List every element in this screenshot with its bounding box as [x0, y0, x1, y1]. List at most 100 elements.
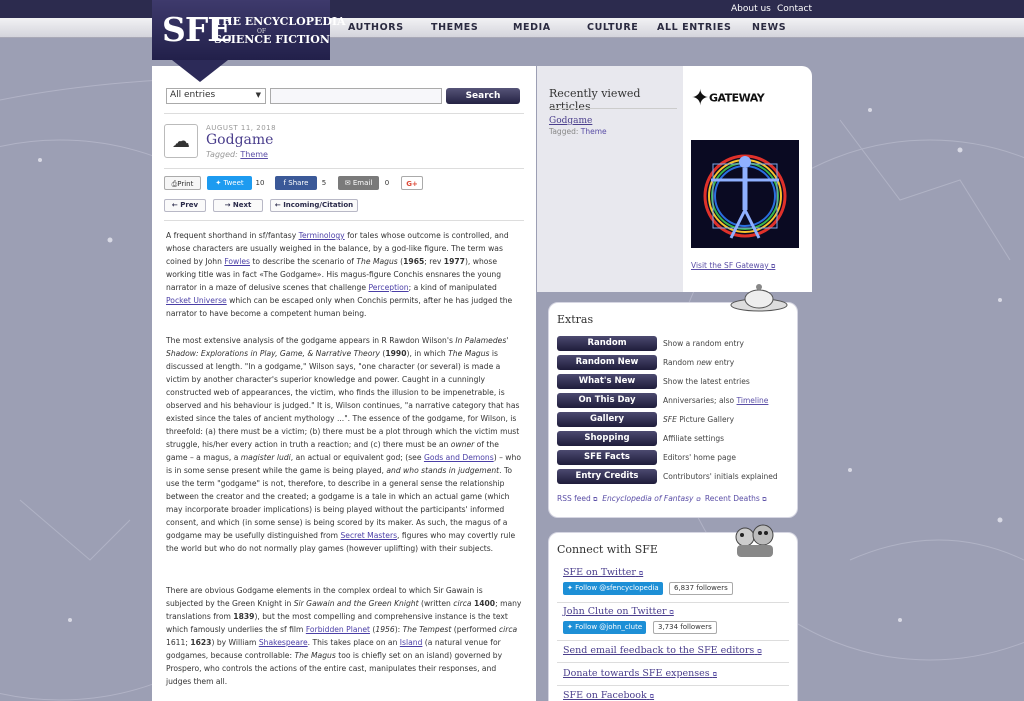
search-input[interactable]	[270, 88, 442, 104]
about-link[interactable]: About us	[731, 4, 771, 14]
page-title: Godgame	[206, 132, 274, 148]
sfe-facts-desc: Editors' home page	[663, 453, 736, 462]
on-this-day-button[interactable]: On This Day	[557, 393, 657, 408]
tweet-button[interactable]: ✦ Tweet	[207, 176, 252, 190]
extras-links: RSS feed ⧉ Encyclopedia of Fantasy ⧉ Rec…	[557, 494, 767, 504]
email-feedback-link[interactable]: Send email feedback to the SFE editors ⧉	[563, 645, 762, 656]
nav-themes[interactable]: THEMES	[431, 22, 478, 33]
extras-heading: Extras	[557, 313, 594, 326]
sf-gateway-link[interactable]: Visit the SF Gateway ⧉	[691, 261, 775, 271]
link-pocket-universe[interactable]: Pocket Universe	[166, 296, 227, 305]
gateway-logo[interactable]: ✦GATEWAY	[691, 86, 765, 111]
facebook-share-button[interactable]: f Share	[275, 176, 317, 190]
prev-label: Prev	[180, 201, 199, 209]
recent-tags: Tagged: Theme	[549, 127, 607, 136]
whats-new-desc: Show the latest entries	[663, 377, 750, 386]
share-count: 5	[321, 179, 327, 187]
nav-media[interactable]: MEDIA	[513, 22, 551, 33]
shopping-button[interactable]: Shopping	[557, 431, 657, 446]
nav-news[interactable]: NEWS	[752, 22, 786, 33]
random-button[interactable]: Random	[557, 336, 657, 351]
arrow-left-icon: ←	[171, 201, 178, 209]
gallery-button[interactable]: Gallery	[557, 412, 657, 427]
tag-theme-link[interactable]: Theme	[581, 127, 607, 136]
recently-viewed-panel: Recently viewed articles Godgame Tagged:…	[537, 66, 683, 292]
print-button[interactable]: ⎙Print	[164, 176, 201, 190]
sfe-logo[interactable]: SFE THE ENCYCLOPEDIA OF SCIENCE FICTION	[152, 0, 346, 60]
article-paragraph-1: A frequent shorthand in sf/fantasy Termi…	[166, 231, 513, 318]
link-perception[interactable]: Perception	[368, 283, 408, 292]
compass-star-icon: ✦	[691, 86, 709, 111]
envelope-icon: ✉	[344, 179, 351, 187]
timeline-link[interactable]: Timeline	[737, 396, 769, 405]
link-forbidden-planet[interactable]: Forbidden Planet	[306, 625, 370, 634]
external-link-icon: ⧉	[695, 496, 701, 503]
prev-button[interactable]: ← Prev	[164, 199, 206, 212]
nav-all-entries[interactable]: ALL ENTRIES	[657, 22, 731, 33]
whats-new-button[interactable]: What's New	[557, 374, 657, 389]
gateway-cover-image[interactable]	[691, 140, 799, 248]
twitter-bird-icon: ✦	[567, 623, 573, 631]
facebook-icon: f	[283, 179, 287, 187]
share-label: Share	[288, 179, 309, 187]
on-this-day-desc: Anniversaries; also Timeline	[663, 396, 769, 405]
external-link-icon: ⧉	[712, 671, 717, 678]
external-link-icon: ⧉	[593, 496, 598, 503]
recent-deaths-link[interactable]: Recent Deaths ⧉	[705, 494, 767, 503]
divider	[164, 168, 524, 169]
link-gods-and-demons[interactable]: Gods and Demons	[424, 453, 494, 462]
link-shakespeare[interactable]: Shakespeare	[259, 638, 308, 647]
entry-filter-select[interactable]: All entries ▼	[166, 88, 266, 104]
incoming-citation-button[interactable]: ← Incoming/Citation	[270, 199, 358, 212]
sfe-facebook-link[interactable]: SFE on Facebook ⧉	[563, 690, 654, 701]
sfe-facts-button[interactable]: SFE Facts	[557, 450, 657, 465]
recent-article-link[interactable]: Godgame	[549, 116, 592, 126]
aliens-icon	[735, 524, 774, 557]
tagged-label: Tagged:	[549, 127, 579, 136]
twitter-bird-icon: ✦	[215, 179, 222, 187]
link-island[interactable]: Island	[400, 638, 423, 647]
link-secret-masters[interactable]: Secret Masters	[340, 531, 397, 540]
contact-link[interactable]: Contact	[777, 4, 812, 14]
external-link-icon: ⧉	[638, 570, 644, 577]
logo-line1: THE ENCYCLOPEDIA	[214, 15, 346, 28]
search-button[interactable]: Search	[446, 88, 520, 104]
arrow-right-icon: →	[224, 201, 231, 209]
sfe-twitter-link[interactable]: SFE on Twitter ⧉	[563, 567, 643, 578]
email-share-button[interactable]: ✉ Email	[338, 176, 379, 190]
external-link-icon: ⧉	[649, 693, 655, 700]
twitter-bird-icon: ✦	[567, 584, 573, 592]
clute-twitter-link[interactable]: John Clute on Twitter ⧉	[563, 606, 674, 617]
article-column: All entries ▼ Search ☁ AUGUST 11, 2018 Go…	[152, 66, 536, 701]
tweet-count: 10	[255, 179, 265, 187]
google-plus-button[interactable]: G+	[401, 176, 423, 190]
divider	[557, 602, 789, 603]
donate-link[interactable]: Donate towards SFE expenses ⧉	[563, 668, 717, 679]
gateway-panel: ✦GATEWAY Visit the SF Gateway ⧉	[683, 66, 812, 292]
logo-pointer	[172, 60, 228, 82]
external-link-icon: ⧉	[669, 609, 674, 616]
random-new-button[interactable]: Random New	[557, 355, 657, 370]
article-paragraph-2: The most extensive analysis of the godga…	[166, 336, 521, 553]
nav-authors[interactable]: AUTHORS	[348, 22, 404, 33]
encyclopedia-of-fantasy-link[interactable]: Encyclopedia of Fantasy ⧉	[602, 494, 700, 503]
extras-panel: Extras Random Show a random entry Random…	[548, 284, 798, 518]
flying-saucer-icon	[730, 284, 788, 312]
divider	[557, 662, 789, 663]
link-terminology[interactable]: Terminology	[299, 231, 345, 240]
entry-credits-button[interactable]: Entry Credits	[557, 469, 657, 484]
divider	[164, 113, 524, 114]
shopping-desc: Affiliate settings	[663, 434, 724, 443]
tag-theme-link[interactable]: Theme	[240, 150, 268, 159]
divider	[164, 220, 524, 221]
arrow-left-icon: ←	[274, 201, 281, 209]
follow-sfencyclopedia-button[interactable]: ✦ Follow @sfencyclopedia	[563, 582, 663, 595]
nav-culture[interactable]: CULTURE	[587, 22, 638, 33]
rss-feed-link[interactable]: RSS feed ⧉	[557, 494, 597, 503]
link-fowles[interactable]: Fowles	[224, 257, 250, 266]
next-button[interactable]: → Next	[213, 199, 263, 212]
random-desc: Show a random entry	[663, 339, 744, 348]
tweet-label: Tweet	[223, 179, 244, 187]
follow-john-clute-button[interactable]: ✦ Follow @john_clute	[563, 621, 647, 634]
cloud-icon: ☁	[164, 124, 198, 158]
